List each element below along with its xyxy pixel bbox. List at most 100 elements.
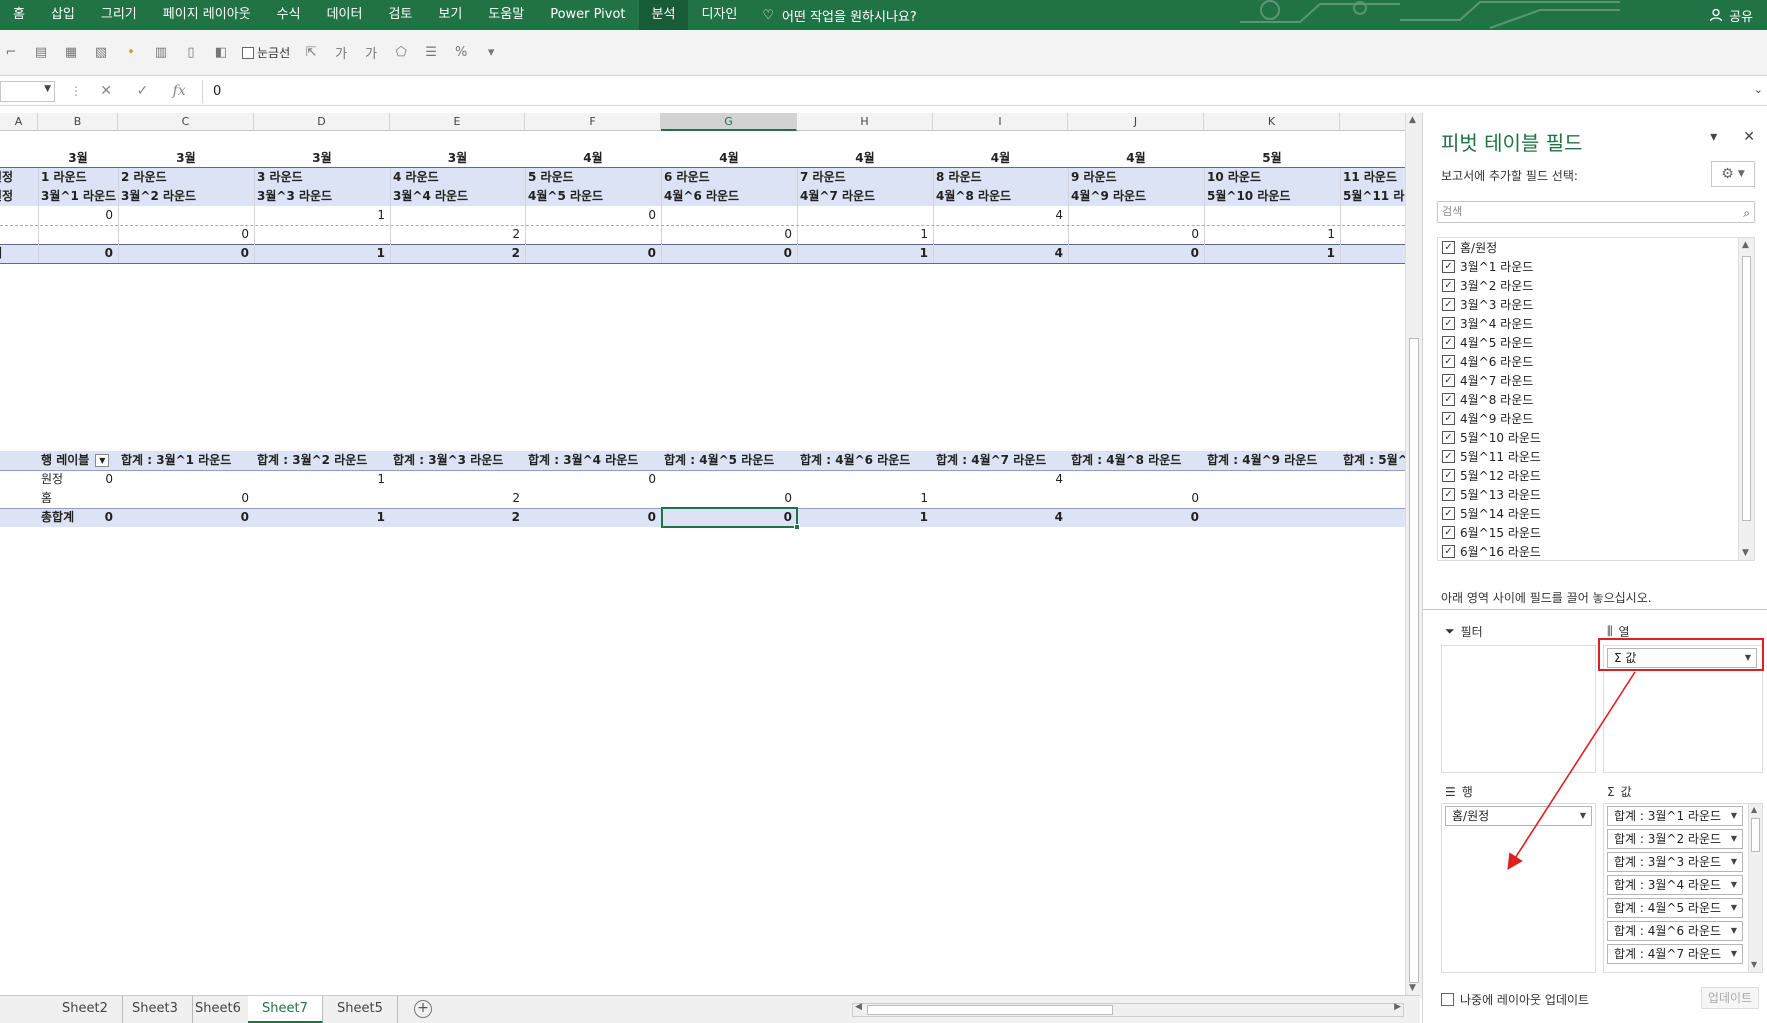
expand-formula-icon[interactable]: ⌄ xyxy=(1754,83,1763,96)
table1-field-cell[interactable]: 4월^7 라운드 xyxy=(797,187,933,206)
table1-away-cell[interactable] xyxy=(661,206,795,225)
table1-month-cell[interactable]: 3월 xyxy=(38,149,118,168)
pivot-value-cell[interactable]: 1 xyxy=(254,508,388,527)
number-format-icon[interactable]: % xyxy=(452,44,470,62)
ribbon-tab[interactable]: 보기 xyxy=(425,0,475,30)
pivot-column-header[interactable]: 합계 : 3월^4 라운드 xyxy=(525,451,661,470)
fill-handle[interactable] xyxy=(794,524,800,530)
table1-field-cell[interactable]: 4월^8 라운드 xyxy=(933,187,1068,206)
vertical-scrollbar[interactable]: ▲ ▼ xyxy=(1405,113,1422,999)
more-dropdown-icon[interactable]: ▾ xyxy=(482,44,500,62)
table1-total-cell[interactable]: 2 xyxy=(390,244,523,263)
ribbon-tab[interactable]: 페이지 레이아웃 xyxy=(150,0,264,30)
column-header[interactable]: C xyxy=(118,113,254,131)
gridlines-toggle[interactable]: 눈금선 xyxy=(242,44,290,61)
field-item[interactable]: ✓ 홈/원정 xyxy=(1442,238,1497,257)
pivot-value-cell[interactable]: 1 xyxy=(254,470,388,489)
scroll-up-icon[interactable]: ▲ xyxy=(1409,115,1416,125)
pivot-value-cell[interactable] xyxy=(525,489,659,508)
values-field-pill[interactable]: 합계 : 3월^1 라운드 ▼ xyxy=(1607,806,1743,826)
table1-home-cell[interactable] xyxy=(254,225,388,244)
insert-function-icon[interactable]: fx xyxy=(173,83,186,99)
values-field-pill[interactable]: 합계 : 3월^4 라운드 ▼ xyxy=(1607,875,1743,895)
ribbon-tab[interactable]: 홈 xyxy=(0,0,38,30)
column-header[interactable]: F xyxy=(525,113,661,131)
table1-away-cell[interactable]: 4 xyxy=(933,206,1066,225)
ribbon-tab[interactable]: 수식 xyxy=(264,0,314,30)
confirm-icon[interactable]: ✓ xyxy=(136,83,148,99)
field-checkbox[interactable]: ✓ xyxy=(1442,507,1455,520)
scroll-right-icon[interactable]: ▶ xyxy=(1394,1002,1401,1012)
table1-row-label[interactable]: 원정 xyxy=(0,187,36,206)
pivot-value-cell[interactable]: 0 xyxy=(1068,489,1202,508)
pivot-value-cell[interactable] xyxy=(1068,470,1202,489)
scroll-up-icon[interactable]: ▲ xyxy=(1742,240,1749,250)
table1-round-cell[interactable]: 1 라운드 xyxy=(38,168,118,187)
table1-total-cell[interactable]: 0 xyxy=(118,244,252,263)
table1-round-cell[interactable]: 8 라운드 xyxy=(933,168,1068,187)
chevron-down-icon[interactable]: ▼ xyxy=(1731,876,1737,894)
field-checkbox[interactable]: ✓ xyxy=(1442,431,1455,444)
table1-home-cell[interactable]: 0 xyxy=(661,225,795,244)
ribbon-tab[interactable]: 그리기 xyxy=(88,0,150,30)
table1-month-cell[interactable]: 5월 xyxy=(1204,149,1340,168)
field-checkbox[interactable]: ✓ xyxy=(1442,241,1455,254)
field-checkbox[interactable]: ✓ xyxy=(1442,412,1455,425)
values-scroll-thumb[interactable] xyxy=(1751,818,1760,852)
add-sheet-icon[interactable]: + xyxy=(414,1000,432,1018)
worksheet-grid[interactable]: ABCDEFGHIJK 원정원정계3월3월3월3월4월4월4월4월4월5월1 라… xyxy=(0,113,1405,999)
table1-field-cell[interactable]: 5월^11 라 xyxy=(1340,187,1405,206)
field-item[interactable]: ✓ 3월^1 라운드 xyxy=(1442,257,1533,276)
field-checkbox[interactable]: ✓ xyxy=(1442,317,1455,330)
table1-total-cell[interactable]: 0 xyxy=(661,244,795,263)
chevron-down-icon[interactable]: ▼ xyxy=(1580,807,1586,825)
field-checkbox[interactable]: ✓ xyxy=(1442,279,1455,292)
table1-round-cell[interactable]: 3 라운드 xyxy=(254,168,390,187)
field-search-input[interactable]: 검색 ⌕ xyxy=(1437,201,1755,223)
table1-away-cell[interactable] xyxy=(118,206,252,225)
table1-home-cell[interactable]: 1 xyxy=(797,225,931,244)
ribbon-tab[interactable]: Power Pivot xyxy=(537,0,638,30)
pivot-value-cell[interactable]: 0 xyxy=(525,470,659,489)
table1-month-cell[interactable]: 4월 xyxy=(525,149,661,168)
field-checkbox[interactable]: ✓ xyxy=(1442,355,1455,368)
table1-home-cell[interactable]: 0 xyxy=(118,225,252,244)
column-header[interactable]: K xyxy=(1204,113,1340,131)
chevron-down-icon[interactable]: ▼ xyxy=(1731,899,1737,917)
table1-round-cell[interactable]: 6 라운드 xyxy=(661,168,797,187)
table1-field-cell[interactable]: 3월^1 라운드 xyxy=(38,187,118,206)
table1-away-cell[interactable]: 1 xyxy=(254,206,388,225)
horizontal-scrollbar[interactable]: ◀ ▶ xyxy=(852,1002,1404,1017)
table1-round-cell[interactable]: 4 라운드 xyxy=(390,168,525,187)
table1-away-cell[interactable]: 0 xyxy=(38,206,116,225)
pivot-value-cell[interactable]: 0 xyxy=(661,489,795,508)
chevron-down-icon[interactable]: ▼ xyxy=(1731,830,1737,848)
sheet-tab[interactable]: Sheet2 xyxy=(48,996,123,1023)
pivot-value-cell[interactable] xyxy=(38,489,116,508)
field-checkbox[interactable]: ✓ xyxy=(1442,298,1455,311)
column-header[interactable]: J xyxy=(1068,113,1204,131)
table1-round-cell[interactable]: 5 라운드 xyxy=(525,168,661,187)
column-header[interactable]: B xyxy=(38,113,118,131)
values-drop-area[interactable]: 합계 : 3월^1 라운드 ▼ 합계 : 3월^2 라운드 ▼ 합계 : 3월^3 라운… xyxy=(1603,803,1763,973)
vertical-scroll-thumb[interactable] xyxy=(1409,338,1419,983)
move-pivot-icon[interactable]: ▤ xyxy=(32,44,50,62)
tool-icon[interactable]: ⌐ xyxy=(2,44,20,62)
table1-home-cell[interactable] xyxy=(38,225,116,244)
field-item[interactable]: ✓ 4월^5 라운드 xyxy=(1442,333,1533,352)
pivot-column-header[interactable]: 합계 : 3월^1 라운드 xyxy=(118,451,254,470)
field-checkbox[interactable]: ✓ xyxy=(1442,336,1455,349)
sheet-tab[interactable]: Sheet6 xyxy=(181,996,256,1023)
values-field-pill[interactable]: 합계 : 4월^6 라운드 ▼ xyxy=(1607,921,1743,941)
pivot-column-header[interactable]: 합계 : 5월^ xyxy=(1340,451,1405,470)
pivot-value-cell[interactable] xyxy=(254,489,388,508)
pivot-value-cell[interactable] xyxy=(933,489,1066,508)
tools-button[interactable]: ⚙ ▼ xyxy=(1711,161,1755,187)
pivot-value-cell[interactable]: 1 xyxy=(797,508,931,527)
table1-away-cell[interactable] xyxy=(390,206,523,225)
pivot-value-cell[interactable]: 0 xyxy=(38,508,116,527)
table1-round-cell[interactable]: 2 라운드 xyxy=(118,168,254,187)
table1-total-cell[interactable]: 1 xyxy=(1204,244,1338,263)
pivot-value-cell[interactable]: 0 xyxy=(118,489,252,508)
field-checkbox[interactable]: ✓ xyxy=(1442,374,1455,387)
